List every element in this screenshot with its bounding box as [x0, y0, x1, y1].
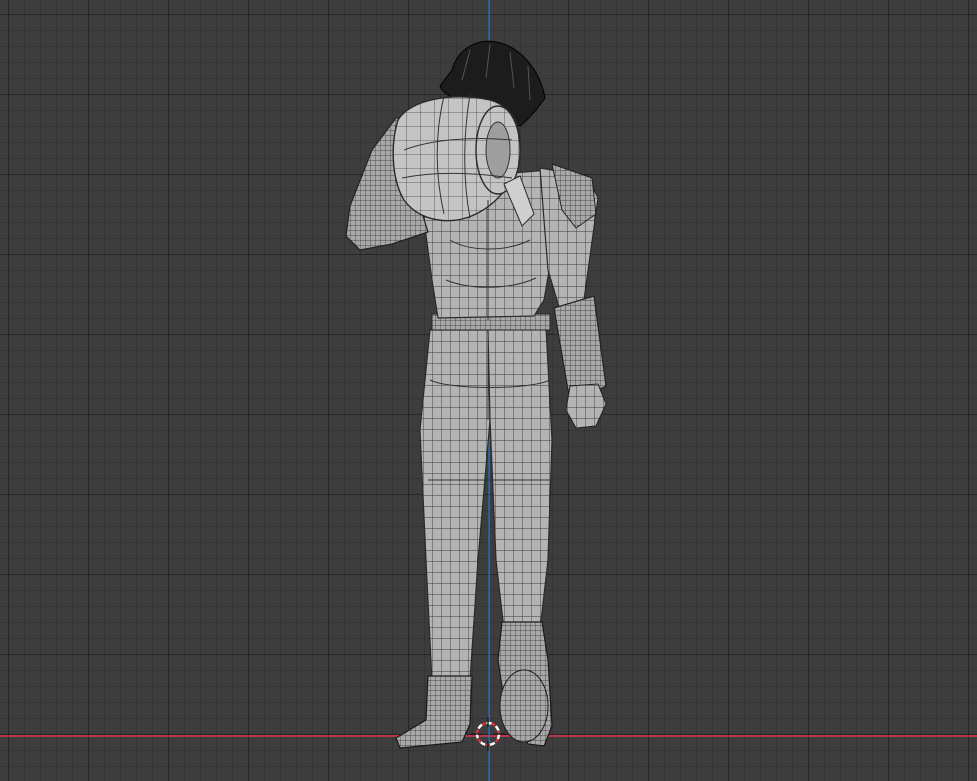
right-leg: [487, 327, 553, 631]
left-boot: [395, 675, 473, 749]
right-forearm: [553, 295, 607, 397]
3d-viewport[interactable]: [0, 0, 977, 781]
character-mesh[interactable]: [345, 40, 607, 749]
3d-cursor-icon[interactable]: [471, 717, 505, 751]
left-leg: [419, 329, 491, 683]
right-fist: [565, 383, 607, 429]
